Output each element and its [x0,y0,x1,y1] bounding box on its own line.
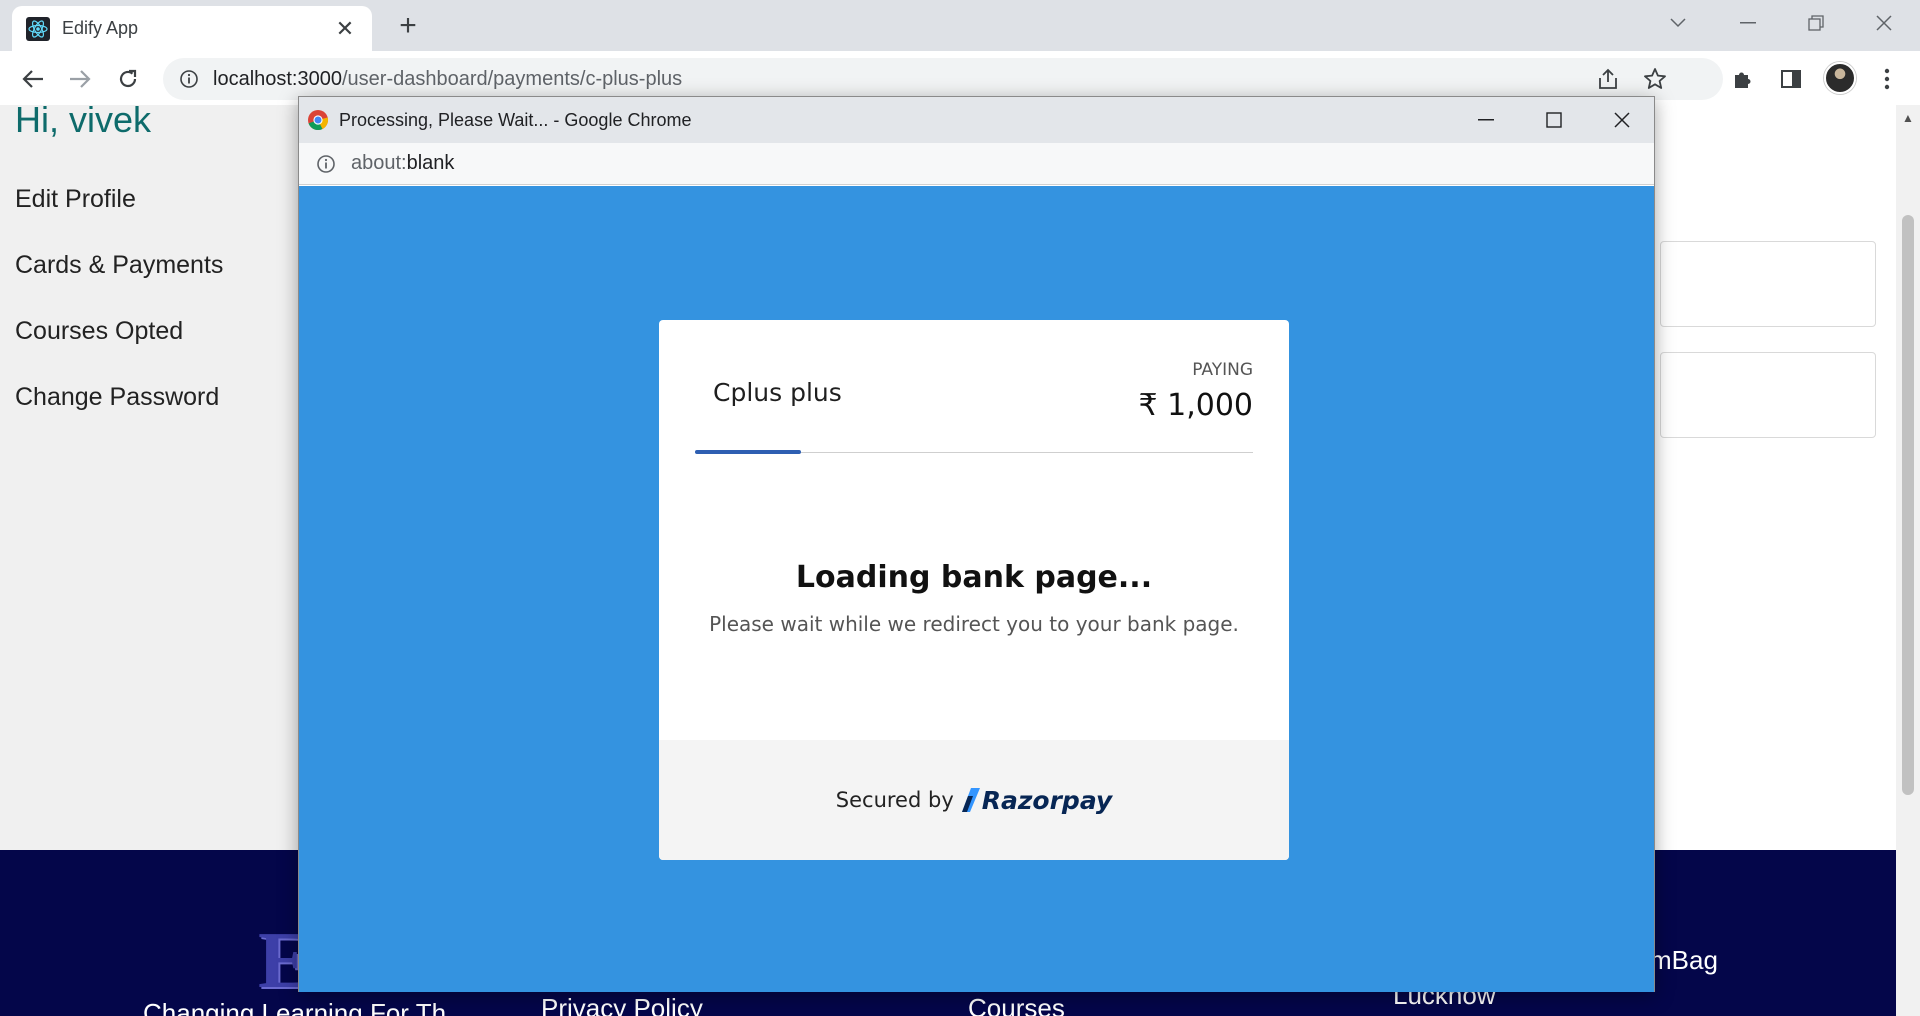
tab-strip: Edify App ✕ + [0,0,1920,51]
url-host: localhost:3000 [213,67,342,90]
popup-minimize-button[interactable] [1466,105,1506,135]
secured-by-footer: Secured by Razorpay [659,740,1289,860]
url-text: localhost:3000/user-dashboard/payments/c… [213,68,682,91]
loading-title: Loading bank page... [795,560,1153,595]
sidebar-item-courses-opted[interactable]: Courses Opted [15,317,183,346]
popup-url-main: blank [406,152,455,174]
react-icon [26,16,50,41]
scroll-thumb[interactable] [1902,215,1914,795]
scroll-up-arrow-icon[interactable]: ▲ [1902,111,1914,125]
footer-brand: mBag [1650,945,1718,975]
chrome-icon [308,110,329,131]
extensions-puzzle-icon[interactable] [1729,65,1757,93]
popup-maximize-button[interactable] [1534,105,1574,135]
popup-url: about:blank [351,152,454,175]
restore-window-button[interactable] [1796,8,1836,38]
profile-avatar[interactable] [1824,62,1856,94]
browser-tab[interactable]: Edify App ✕ [12,6,372,51]
sidebar-item-change-password[interactable]: Change Password [15,383,219,412]
popup-titlebar: Processing, Please Wait... - Google Chro… [299,97,1654,143]
info-icon[interactable] [315,153,337,175]
forward-arrow-icon[interactable] [62,61,98,97]
bookmark-star-icon[interactable] [1643,67,1667,96]
loading-description: Please wait while we redirect you to you… [709,612,1239,636]
payment-amount: ₹ 1,000 [1138,388,1253,423]
address-bar[interactable]: localhost:3000/user-dashboard/payments/c… [163,58,1723,100]
razorpay-logo: Razorpay [961,785,1113,815]
footer-link-courses[interactable]: Courses [968,993,1065,1016]
url-path: /user-dashboard/payments/c-plus-plus [341,67,683,90]
page-scrollbar[interactable]: ▲ [1896,105,1920,1016]
content-card [1660,352,1876,438]
checkout-card: Cplus plus PAYING ₹ 1,000 Loading bank p… [659,320,1289,860]
footer-tagline: Changing Learning For Th [143,998,447,1016]
footer-link-privacy[interactable]: Privacy Policy [541,993,703,1016]
content-panel [1640,105,1896,850]
popup-window-title: Processing, Please Wait... - Google Chro… [339,109,692,130]
close-window-button[interactable] [1864,8,1904,38]
popup-url-scheme: about: [351,152,407,174]
tab-search-icon[interactable] [1658,8,1698,38]
sidebar-item-cards-payments[interactable]: Cards & Payments [15,251,223,280]
tab-title: Edify App [62,18,139,38]
payment-popup-window: Processing, Please Wait... - Google Chro… [298,96,1655,992]
razorpay-checkout-backdrop: Cplus plus PAYING ₹ 1,000 Loading bank p… [299,186,1654,992]
popup-address-bar: about:blank [299,143,1654,185]
razorpay-mark-icon [961,788,980,812]
side-panel-icon[interactable] [1777,65,1805,93]
paying-label: PAYING [1192,360,1253,380]
site-info-icon[interactable] [177,67,201,91]
content-card [1660,241,1876,327]
popup-close-button[interactable] [1602,105,1642,135]
close-tab-icon[interactable]: ✕ [332,16,358,42]
merchant-name: Cplus plus [713,378,842,407]
new-tab-button[interactable]: + [391,10,425,44]
sidebar-item-edit-profile[interactable]: Edit Profile [15,185,136,214]
secured-by-label: Secured by [835,788,954,812]
more-menu-icon[interactable] [1873,65,1901,93]
reload-icon[interactable] [110,61,146,97]
progress-bar [695,450,802,454]
greeting-heading: Hi, vivek [15,99,152,140]
share-icon[interactable] [1597,68,1619,95]
razorpay-wordmark: Razorpay [981,785,1113,815]
minimize-window-button[interactable] [1728,8,1768,38]
back-arrow-icon[interactable] [15,61,51,97]
